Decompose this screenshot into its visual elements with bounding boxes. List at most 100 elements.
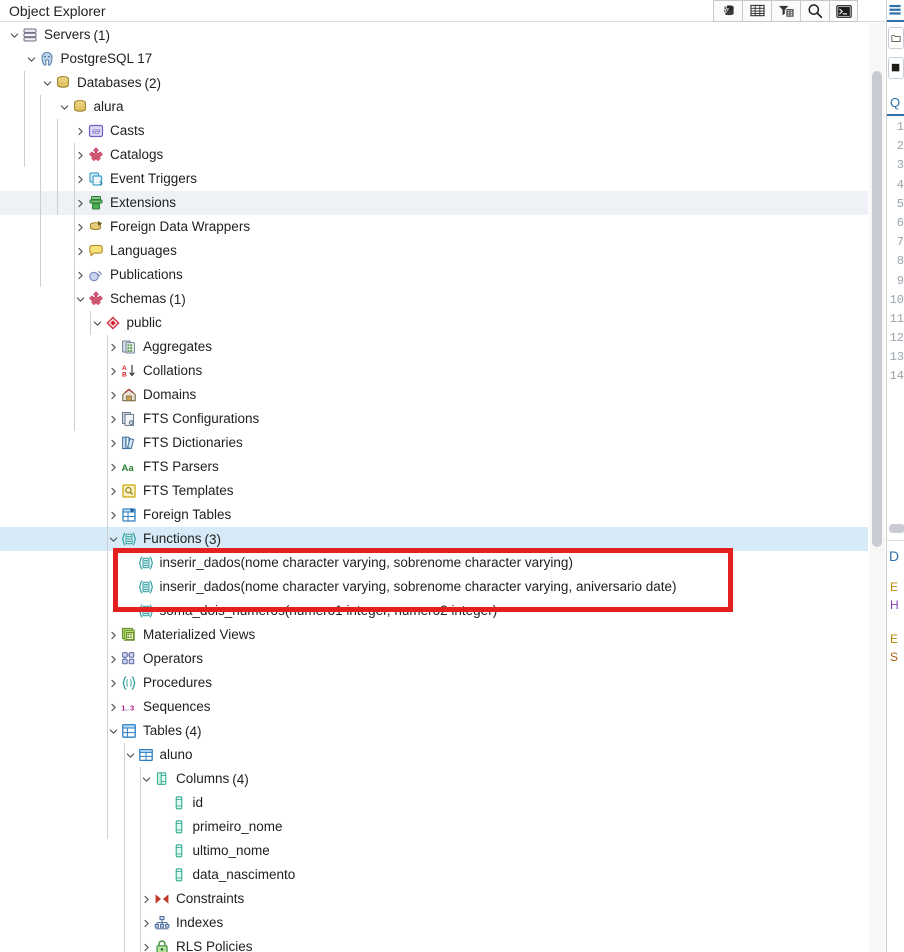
query-tool-open-file-button[interactable] bbox=[888, 27, 904, 49]
tree-item-fts-configurations[interactable]: FTS Configurations bbox=[0, 407, 868, 431]
chevron-right-icon[interactable] bbox=[74, 263, 87, 287]
line-number: 5 bbox=[896, 196, 904, 211]
line-number: 4 bbox=[896, 177, 904, 192]
chevron-right-icon[interactable] bbox=[74, 167, 87, 191]
chevron-right-icon[interactable] bbox=[107, 623, 120, 647]
fdw-icon bbox=[87, 218, 105, 236]
extensions-icon bbox=[87, 194, 105, 212]
tree-guide-line bbox=[124, 743, 125, 952]
chevron-right-icon[interactable] bbox=[74, 215, 87, 239]
tree-item-primeiro-nome[interactable]: primeiro_nome bbox=[0, 815, 868, 839]
query-editor-tab[interactable]: Q bbox=[887, 92, 904, 116]
query-tool-execute-button[interactable] bbox=[888, 57, 904, 79]
tree-item-foreign-tables[interactable]: Foreign Tables bbox=[0, 503, 868, 527]
tree-item-fts-dictionaries[interactable]: FTS Dictionaries bbox=[0, 431, 868, 455]
tree-item-columns[interactable]: Columns (4) bbox=[0, 767, 868, 791]
object-explorer-header: Object Explorer bbox=[0, 0, 886, 22]
tree-item-rls-policies[interactable]: RLS Policies bbox=[0, 935, 868, 952]
tree-item-publications[interactable]: Publications bbox=[0, 263, 868, 287]
chevron-right-icon[interactable] bbox=[107, 647, 120, 671]
tree-vertical-scrollbar[interactable] bbox=[869, 23, 885, 952]
chevron-down-icon[interactable] bbox=[8, 23, 21, 47]
tree-item-aluno[interactable]: aluno bbox=[0, 743, 868, 767]
tree-item-public[interactable]: public bbox=[0, 311, 868, 335]
tree-scrollbar-thumb[interactable] bbox=[872, 71, 882, 547]
tables-icon bbox=[120, 722, 138, 740]
tree-item-data-nascimento[interactable]: data_nascimento bbox=[0, 863, 868, 887]
tree-item-servers[interactable]: Servers (1) bbox=[0, 23, 868, 47]
chevron-right-icon[interactable] bbox=[107, 335, 120, 359]
tree-guide-line bbox=[107, 335, 108, 839]
chevron-down-icon[interactable] bbox=[58, 95, 71, 119]
object-explorer-toolbar bbox=[713, 0, 858, 22]
tree-item-event-triggers[interactable]: Event Triggers bbox=[0, 167, 868, 191]
chevron-right-icon[interactable] bbox=[140, 911, 153, 935]
tree-item-procedures[interactable]: Procedures bbox=[0, 671, 868, 695]
tree-item-fts-templates[interactable]: FTS Templates bbox=[0, 479, 868, 503]
chevron-down-icon[interactable] bbox=[107, 719, 120, 743]
tree-item-extensions[interactable]: Extensions bbox=[0, 191, 868, 215]
chevron-right-icon[interactable] bbox=[140, 935, 153, 952]
chevron-right-icon[interactable] bbox=[107, 407, 120, 431]
tree-item-soma-dois-numeros-numero1-integer-numero2-intege[interactable]: soma_dois_numeros(numero1 integer, numer… bbox=[0, 599, 868, 623]
column-icon bbox=[170, 818, 188, 836]
tree-item-alura[interactable]: alura bbox=[0, 95, 868, 119]
tree-item-label: Domains bbox=[143, 387, 197, 402]
tree-item-functions[interactable]: Functions (3) bbox=[0, 527, 868, 551]
tree-item-label: Foreign Tables bbox=[143, 507, 232, 522]
tree-item-label: Event Triggers bbox=[110, 171, 198, 186]
chevron-right-icon[interactable] bbox=[107, 671, 120, 695]
chevron-right-icon[interactable] bbox=[107, 383, 120, 407]
svg-text:B: B bbox=[122, 372, 127, 379]
tree-item-schemas[interactable]: Schemas (1) bbox=[0, 287, 868, 311]
tree-item-ultimo-nome[interactable]: ultimo_nome bbox=[0, 839, 868, 863]
chevron-right-icon[interactable] bbox=[107, 479, 120, 503]
line-number: 1 bbox=[896, 120, 904, 134]
chevron-right-icon[interactable] bbox=[107, 359, 120, 383]
tree-item-operators[interactable]: Operators bbox=[0, 647, 868, 671]
chevron-right-icon[interactable] bbox=[74, 119, 87, 143]
object-explorer-refresh-icon[interactable] bbox=[713, 0, 742, 22]
chevron-down-icon[interactable] bbox=[107, 527, 120, 551]
tree-item-materialized-views[interactable]: Materialized Views bbox=[0, 623, 868, 647]
line-number: 2 bbox=[896, 139, 904, 154]
chevron-down-icon[interactable] bbox=[25, 47, 38, 71]
chevron-right-icon[interactable] bbox=[107, 455, 120, 479]
chevron-down-icon[interactable] bbox=[74, 287, 87, 311]
tree-item-collations[interactable]: A B Collations bbox=[0, 359, 868, 383]
tree-item-tables[interactable]: Tables (4) bbox=[0, 719, 868, 743]
tree-item-postgresql-17[interactable]: PostgreSQL 17 bbox=[0, 47, 868, 71]
chevron-right-icon[interactable] bbox=[74, 191, 87, 215]
tree-item-domains[interactable]: Domains bbox=[0, 383, 868, 407]
chevron-right-icon[interactable] bbox=[107, 431, 120, 455]
chevron-right-icon[interactable] bbox=[140, 887, 153, 911]
chevron-right-icon[interactable] bbox=[107, 503, 120, 527]
tree-item-indexes[interactable]: Indexes bbox=[0, 911, 868, 935]
chevron-down-icon[interactable] bbox=[140, 767, 153, 791]
tree-item-languages[interactable]: Languages bbox=[0, 239, 868, 263]
chevron-right-icon[interactable] bbox=[74, 143, 87, 167]
chevron-right-icon[interactable] bbox=[74, 239, 87, 263]
tree-item-aggregates[interactable]: Aggregates bbox=[0, 335, 868, 359]
chevron-down-icon[interactable] bbox=[91, 311, 104, 335]
tree-item-id[interactable]: id bbox=[0, 791, 868, 815]
tree-item-foreign-data-wrappers[interactable]: Foreign Data Wrappers bbox=[0, 215, 868, 239]
tree-item-inserir-dados-nome-character-varying-sobrenome-c[interactable]: inserir_dados(nome character varying, so… bbox=[0, 575, 868, 599]
object-explorer-tree[interactable]: Servers (1) PostgreSQL 17 Databases (2) alura… bbox=[0, 23, 868, 952]
chevron-down-icon[interactable] bbox=[41, 71, 54, 95]
view-data-grid-icon[interactable] bbox=[742, 0, 771, 22]
chevron-right-icon[interactable] bbox=[107, 695, 120, 719]
tree-item-catalogs[interactable]: Catalogs bbox=[0, 143, 868, 167]
tree-item-fts-parsers[interactable]: Aa FTS Parsers bbox=[0, 455, 868, 479]
tree-item-constraints[interactable]: Constraints bbox=[0, 887, 868, 911]
tree-item-databases[interactable]: Databases (2) bbox=[0, 71, 868, 95]
svg-text:Aa: Aa bbox=[122, 463, 135, 474]
chevron-down-icon[interactable] bbox=[124, 743, 137, 767]
search-icon[interactable] bbox=[800, 0, 829, 22]
filter-icon[interactable] bbox=[771, 0, 800, 22]
query-editor-horizontal-scrollbar[interactable] bbox=[889, 524, 904, 533]
tree-item-inserir-dados-nome-character-varying-sobrenome-c[interactable]: inserir_dados(nome character varying, so… bbox=[0, 551, 868, 575]
tree-item-sequences[interactable]: 1.. 3 Sequences bbox=[0, 695, 868, 719]
tree-item-casts[interactable]: 69 Casts bbox=[0, 119, 868, 143]
psql-terminal-icon[interactable] bbox=[829, 0, 858, 22]
